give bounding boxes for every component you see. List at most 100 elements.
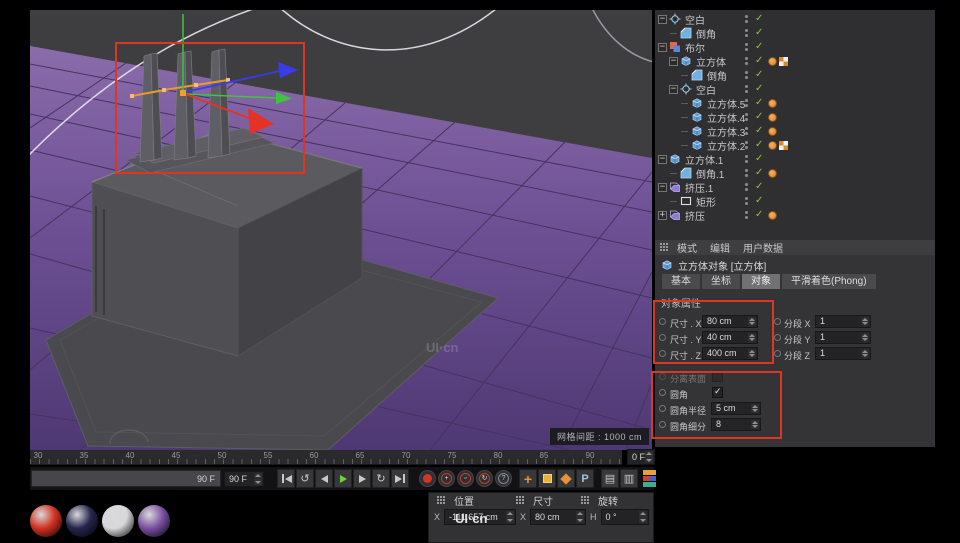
preferences-button[interactable]: P bbox=[576, 469, 594, 488]
fcurve-mode-button[interactable]: ▥ bbox=[620, 469, 638, 488]
purple-material[interactable] bbox=[138, 505, 170, 537]
texture-tag[interactable] bbox=[768, 126, 777, 136]
record-scale-button[interactable]: ▫ bbox=[457, 470, 474, 487]
visibility-dots[interactable] bbox=[745, 169, 748, 179]
expander-toggle[interactable]: − bbox=[669, 56, 678, 66]
visibility-dots[interactable] bbox=[745, 29, 748, 39]
timeline-mode-button[interactable]: ▤ bbox=[601, 469, 619, 488]
rotation-h-field[interactable]: 0 ° bbox=[600, 509, 649, 525]
autokey-button[interactable]: + bbox=[519, 469, 537, 488]
tab-基本[interactable]: 基本 bbox=[662, 274, 700, 289]
visibility-dots[interactable] bbox=[745, 43, 748, 53]
object-row[interactable]: 立方体.5 ✓ bbox=[655, 96, 935, 111]
menu-item[interactable]: 编辑 bbox=[710, 240, 730, 255]
enabled-check[interactable]: ✓ bbox=[755, 124, 763, 138]
spinner-arrows[interactable] bbox=[254, 472, 262, 485]
segments-field[interactable]: 1 bbox=[815, 315, 871, 328]
fillet-subdivision-field[interactable]: 8 bbox=[711, 418, 761, 431]
spinner-arrows[interactable] bbox=[506, 511, 515, 523]
expander-toggle[interactable]: − bbox=[669, 84, 678, 94]
play-loop-button[interactable]: ↻ bbox=[372, 469, 390, 488]
enabled-check[interactable]: ✓ bbox=[755, 208, 763, 222]
object-row[interactable]: + 挤压 ✓ bbox=[655, 208, 935, 223]
expander-toggle[interactable]: − bbox=[658, 182, 667, 192]
record-parameter-button[interactable]: ? bbox=[495, 470, 512, 487]
spinner-arrows[interactable] bbox=[751, 404, 759, 413]
object-row[interactable]: − 空白 ✓ bbox=[655, 12, 935, 27]
expander-toggle[interactable]: − bbox=[658, 42, 667, 52]
size-field[interactable]: 400 cm bbox=[702, 347, 758, 360]
spinner-arrows[interactable] bbox=[748, 333, 756, 342]
texture-tag[interactable] bbox=[768, 56, 777, 66]
segments-field[interactable]: 1 bbox=[815, 347, 871, 360]
red-material[interactable] bbox=[30, 505, 62, 537]
play-backwards-button[interactable]: ↺ bbox=[296, 469, 314, 488]
texture-tag[interactable] bbox=[768, 140, 777, 150]
end-frame-field[interactable]: 0 F bbox=[627, 449, 655, 465]
keyframe-circle[interactable] bbox=[659, 350, 666, 357]
mini-chip-green[interactable] bbox=[643, 481, 656, 487]
visibility-dots[interactable] bbox=[745, 211, 748, 221]
menu-item[interactable]: 用户数据 bbox=[743, 240, 783, 255]
visibility-dots[interactable] bbox=[745, 99, 748, 109]
viewport-3d[interactable]: UI·cn 网格间距 : 1000 cm bbox=[30, 10, 652, 450]
keyframe-circle[interactable] bbox=[659, 318, 666, 325]
separate-surfaces-checkbox[interactable] bbox=[712, 371, 723, 382]
enabled-check[interactable]: ✓ bbox=[755, 68, 763, 82]
mini-chip-redblue[interactable] bbox=[643, 475, 656, 481]
texture-tag[interactable] bbox=[768, 112, 777, 122]
spinner-arrows[interactable] bbox=[748, 317, 756, 326]
keyframe-selection-button[interactable] bbox=[538, 469, 556, 488]
tab-平滑着色(Phong)[interactable]: 平滑着色(Phong) bbox=[782, 274, 876, 289]
previous-frame-button[interactable] bbox=[315, 469, 333, 488]
tab-坐标[interactable]: 坐标 bbox=[702, 274, 740, 289]
mini-chip-orange[interactable] bbox=[643, 469, 656, 475]
keyframe-circle[interactable] bbox=[659, 389, 666, 396]
next-frame-button[interactable] bbox=[353, 469, 371, 488]
spinner-arrows[interactable] bbox=[645, 451, 653, 463]
keyframe-circle[interactable] bbox=[659, 334, 666, 341]
expander-toggle[interactable]: − bbox=[658, 14, 667, 24]
enabled-check[interactable]: ✓ bbox=[755, 12, 763, 26]
enabled-check[interactable]: ✓ bbox=[755, 26, 763, 40]
spinner-arrows[interactable] bbox=[861, 349, 869, 358]
timeline-ruler[interactable]: 30 35 40 45 50 55 60 65 70 75 80 85 90 bbox=[30, 450, 622, 465]
object-row[interactable]: − 挤压.1 ✓ bbox=[655, 180, 935, 195]
record-position-button[interactable]: + bbox=[438, 470, 455, 487]
spinner-arrows[interactable] bbox=[861, 333, 869, 342]
enabled-check[interactable]: ✓ bbox=[755, 40, 763, 54]
visibility-dots[interactable] bbox=[745, 71, 748, 81]
enabled-check[interactable]: ✓ bbox=[755, 54, 763, 68]
object-row[interactable]: 倒角 ✓ bbox=[655, 26, 935, 41]
object-row[interactable]: − 立方体.1 ✓ bbox=[655, 152, 935, 167]
checker-tag[interactable] bbox=[779, 56, 788, 66]
visibility-dots[interactable] bbox=[745, 127, 748, 137]
visibility-dots[interactable] bbox=[745, 183, 748, 193]
visibility-dots[interactable] bbox=[745, 155, 748, 165]
spinner-arrows[interactable] bbox=[638, 511, 647, 523]
object-row[interactable]: 立方体.3 ✓ bbox=[655, 124, 935, 139]
spinner-arrows[interactable] bbox=[748, 349, 756, 358]
texture-tag[interactable] bbox=[768, 98, 777, 108]
size-field[interactable]: 40 cm bbox=[702, 331, 758, 344]
object-row[interactable]: 倒角 ✓ bbox=[655, 68, 935, 83]
expander-toggle[interactable]: + bbox=[658, 210, 667, 220]
record-rotation-button[interactable]: ↻ bbox=[476, 470, 493, 487]
visibility-dots[interactable] bbox=[745, 113, 748, 123]
size-field[interactable]: 80 cm bbox=[702, 315, 758, 328]
fillet-radius-field[interactable]: 5 cm bbox=[711, 402, 761, 415]
visibility-dots[interactable] bbox=[745, 85, 748, 95]
object-row[interactable]: − 立方体 ✓ bbox=[655, 54, 935, 69]
object-row[interactable]: 矩形 ✓ bbox=[655, 194, 935, 209]
visibility-dots[interactable] bbox=[745, 141, 748, 151]
object-row[interactable]: 立方体.4 ✓ bbox=[655, 110, 935, 125]
enabled-check[interactable]: ✓ bbox=[755, 166, 763, 180]
checker-tag[interactable] bbox=[779, 140, 788, 150]
light-material[interactable] bbox=[102, 505, 134, 537]
keyframe-region-button[interactable] bbox=[557, 469, 575, 488]
current-frame-field[interactable]: 90 F bbox=[224, 470, 264, 487]
size-x-field[interactable]: 80 cm bbox=[530, 509, 587, 525]
enabled-check[interactable]: ✓ bbox=[755, 82, 763, 96]
enabled-check[interactable]: ✓ bbox=[755, 110, 763, 124]
fillet-checkbox[interactable] bbox=[712, 386, 723, 398]
